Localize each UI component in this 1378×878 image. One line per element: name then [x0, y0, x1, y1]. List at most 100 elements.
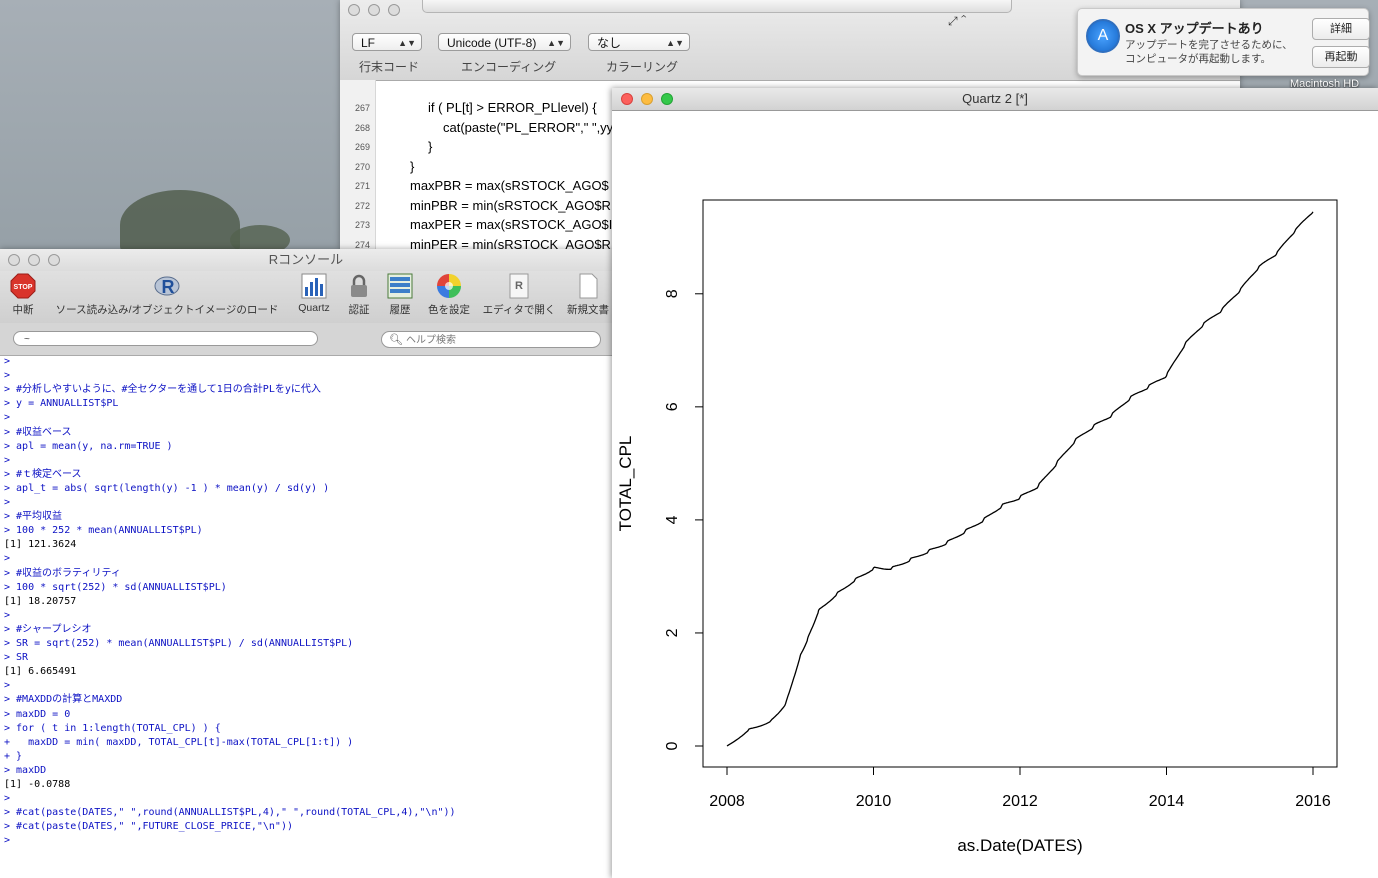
encoding-caption: エンコーディング: [461, 60, 557, 74]
quartz-chart-icon: [301, 273, 327, 299]
console-output-line: [1] 6.665491: [4, 666, 77, 678]
toolbar-label: 履歴: [389, 304, 411, 316]
notification-title: OS X アップデートあり: [1125, 21, 1264, 36]
console-output-line: [1] 18.20757: [4, 595, 77, 607]
x-tick-label: 2008: [709, 793, 745, 810]
quartz-button[interactable]: Quartz: [296, 273, 332, 314]
line-chart: 2008 2010 2012 2014 2016 0 2 4 6 8 as.Date(DATES…: [616, 199, 1338, 855]
coloring-caption: カラーリング: [606, 60, 679, 74]
console-input-line: >: [4, 680, 11, 692]
code-line: maxPBR = max(sRSTOCK_AGO$: [410, 178, 609, 193]
window-controls: [348, 4, 400, 16]
console-input-line: > #分析しやすいように、#全セクターを通して1日の合計PLをyに代入: [4, 384, 321, 396]
line-number: 273: [354, 220, 370, 230]
console-input-line: > #収益のボラティリティ: [4, 567, 121, 579]
toolbar-label: 色を設定: [428, 304, 470, 316]
toolbar-label: 新規文書: [567, 304, 609, 316]
lock-icon: [346, 273, 372, 299]
zoom-button[interactable]: [48, 254, 60, 266]
line-number: 272: [354, 200, 370, 211]
source-load-button[interactable]: R ソース読み込み/オブジェクトイメージのロード: [46, 273, 288, 317]
line-number: 270: [354, 161, 370, 172]
minimize-button[interactable]: [28, 254, 40, 266]
minimize-button[interactable]: [368, 4, 380, 16]
x-tick-label: 2016: [1295, 793, 1331, 810]
console-input-line: > #シャープレシオ: [4, 623, 92, 635]
zoom-button[interactable]: [661, 93, 673, 105]
coloring-select[interactable]: なし ▲▼: [588, 33, 690, 51]
fullscreen-icon[interactable]: ⤢ ⌃: [948, 14, 967, 29]
console-input-line: + }: [4, 750, 23, 762]
toolbar-label: Quartz: [298, 302, 330, 314]
quartz-window: Quartz 2 [*] 2008 2010 2012 2014 2016 0 2 4 6 8 …: [612, 88, 1378, 878]
window-controls: [621, 93, 673, 105]
y-tick-label: 0: [664, 741, 681, 750]
editor-top-toolbar-strip: [422, 0, 1012, 13]
console-input-line: > SR: [4, 652, 29, 664]
console-input-line: > for ( t in 1:length(TOTAL_CPL) ) {: [4, 722, 221, 734]
console-input-line: >: [4, 412, 11, 424]
stop-button[interactable]: STOP 中断: [6, 273, 40, 317]
code-line: if ( PL[t] > ERROR_PLlevel) {: [428, 100, 597, 115]
notification-body-line: アップデートを完了させるために、: [1125, 39, 1293, 51]
y-tick-label: 2: [664, 628, 681, 637]
toolbar-label: 認証: [348, 304, 370, 316]
console-toolbar: STOP 中断 R ソース読み込み/オブジェクトイメージのロード Quartz …: [0, 271, 612, 323]
series-line: [726, 211, 1314, 747]
console-input-line: > #ｔ検定ベース: [4, 468, 82, 480]
console-input-line: > SR = sqrt(252) * mean(ANNUALLIST$PL) /…: [4, 638, 354, 649]
auth-button[interactable]: 認証: [344, 273, 374, 317]
color-settings-button[interactable]: 色を設定: [424, 273, 474, 317]
toolbar-label: ソース読み込み/オブジェクトイメージのロード: [55, 304, 279, 316]
console-input-line: > 100 * 252 * mean(ANNUALLIST$PL): [4, 525, 203, 537]
console-input-line: > y = ANNUALLIST$PL: [4, 398, 119, 410]
stop-icon: STOP: [10, 273, 36, 299]
code-line: minPER = min(sRSTOCK_AGO$R: [410, 236, 611, 251]
console-input-line: >: [4, 835, 11, 847]
line-ending-caption: 行末コード: [359, 60, 420, 74]
console-input-line: >: [4, 356, 11, 367]
console-input-line: > #cat(paste(DATES," ",FUTURE_CLOSE_PRIC…: [4, 821, 293, 833]
x-tick-label: 2010: [856, 793, 892, 810]
y-tick-label: 6: [664, 402, 681, 411]
svg-text:STOP: STOP: [14, 284, 33, 291]
console-output-line: [1] -0.0788: [4, 779, 71, 790]
open-editor-icon: R: [506, 273, 532, 299]
notification-body: アップデートを完了させるために、 コンピュータが再起動します。: [1125, 38, 1305, 66]
minimize-button[interactable]: [641, 93, 653, 105]
line-ending-select[interactable]: LF ▲▼: [352, 33, 422, 51]
svg-text:R: R: [515, 280, 523, 292]
working-directory-field[interactable]: ~: [13, 331, 318, 346]
details-button[interactable]: 詳細: [1312, 18, 1370, 40]
close-button[interactable]: [621, 93, 633, 105]
open-in-editor-button[interactable]: R エディタで開く: [480, 273, 558, 317]
console-input-line: > apl_t = abs( sqrt(length(y) -1 ) * mea…: [4, 482, 330, 494]
zoom-button[interactable]: [388, 4, 400, 16]
code-line: }: [428, 139, 433, 154]
history-icon: [387, 273, 413, 299]
console-input-line: > #平均収益: [4, 511, 63, 523]
console-output-line: [1] 121.3624: [4, 539, 77, 551]
restart-button[interactable]: 再起動: [1312, 46, 1370, 68]
close-button[interactable]: [348, 4, 360, 16]
console-input-line: > maxDD: [4, 764, 47, 776]
y-tick-label: 8: [664, 289, 681, 298]
new-document-icon: [575, 273, 601, 299]
console-title: Rコンソール: [268, 252, 344, 267]
plot-frame: [702, 199, 1338, 768]
line-number: 274: [354, 239, 370, 250]
line-number: 269: [354, 142, 370, 152]
code-line: }: [410, 158, 415, 174]
x-tick-label: 2014: [1149, 793, 1185, 810]
history-button[interactable]: 履歴: [384, 273, 416, 317]
help-search-input[interactable]: 🔍︎ ヘルプ検索: [381, 331, 601, 348]
console-output[interactable]: > > > #分析しやすいように、#全セクターを通して1日の合計PLをyに代入 > y…: [0, 355, 612, 855]
help-search-placeholder: ヘルプ検索: [406, 335, 456, 346]
console-input-line: >: [4, 609, 11, 621]
quartz-title-bar: Quartz 2 [*]: [612, 88, 1378, 111]
new-document-button[interactable]: 新規文書: [564, 273, 612, 317]
close-button[interactable]: [8, 254, 20, 266]
console-search-bar: ~ 🔍︎ ヘルプ検索: [0, 323, 612, 356]
console-input-line: > maxDD = 0: [4, 708, 71, 720]
encoding-select[interactable]: Unicode (UTF-8) ▲▼: [438, 33, 571, 51]
